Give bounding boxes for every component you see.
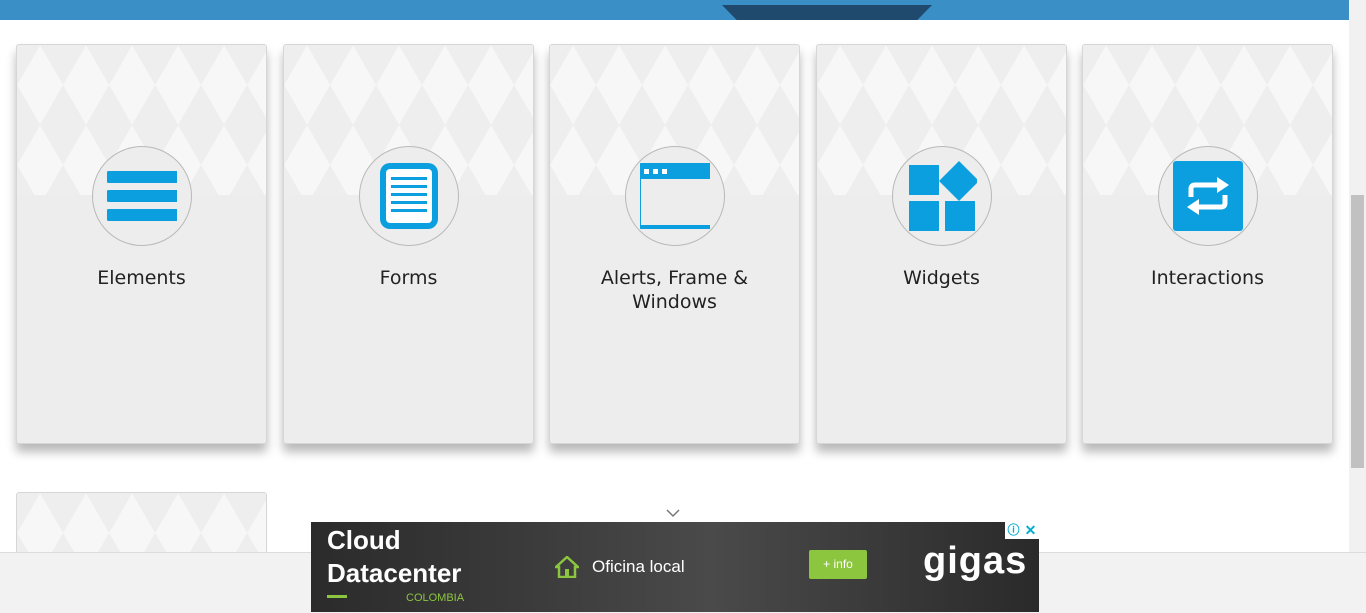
card-interactions[interactable]: Interactions — [1082, 44, 1333, 444]
icon-circle — [358, 146, 459, 246]
widgets-grid-icon — [908, 161, 977, 231]
ad-underline — [327, 595, 347, 598]
ad-info-button[interactable]: + info — [809, 550, 867, 579]
chevron-down-icon[interactable] — [665, 507, 681, 519]
ad-brand-logo: gigas — [923, 540, 1028, 582]
card-title: Elements — [97, 267, 186, 289]
ad-title-line2: Datacenter — [327, 558, 462, 588]
card-title: Alerts, Frame & Windows — [600, 267, 749, 313]
ad-feature: Oficina local — [592, 557, 685, 576]
card-title: Interactions — [1151, 267, 1264, 289]
card-alerts-frame-windows[interactable]: Alerts, Frame & Windows — [549, 44, 800, 444]
card-elements[interactable]: Elements — [16, 44, 267, 444]
icon-circle — [91, 146, 192, 246]
card-widgets[interactable]: Widgets — [816, 44, 1067, 444]
header-tab[interactable] — [722, 5, 932, 20]
browser-window-icon — [639, 163, 710, 229]
ad-title-line1: Cloud — [327, 525, 401, 555]
ad-country: COLOMBIA — [406, 592, 465, 604]
ad-close-icon[interactable]: ✕ — [1022, 522, 1039, 539]
home-icon — [555, 556, 579, 578]
icon-circle — [624, 146, 725, 246]
ad-title: Cloud Datacenter — [327, 524, 461, 590]
card-title: Widgets — [903, 267, 980, 289]
icon-circle — [1157, 146, 1258, 246]
card-title: Forms — [379, 267, 438, 289]
scrollbar-thumb[interactable] — [1351, 195, 1364, 468]
swap-arrows-icon — [1172, 161, 1243, 231]
menu-lines-icon — [106, 171, 177, 221]
icon-circle — [891, 146, 992, 246]
card-forms[interactable]: Forms — [283, 44, 534, 444]
scrollbar[interactable] — [1349, 0, 1366, 552]
advertisement-banner[interactable]: Cloud Datacenter COLOMBIA Oficina local … — [311, 522, 1039, 612]
ad-info-icon[interactable]: ⓘ — [1005, 522, 1022, 539]
document-icon — [379, 163, 438, 229]
top-header-bar — [0, 0, 1349, 20]
